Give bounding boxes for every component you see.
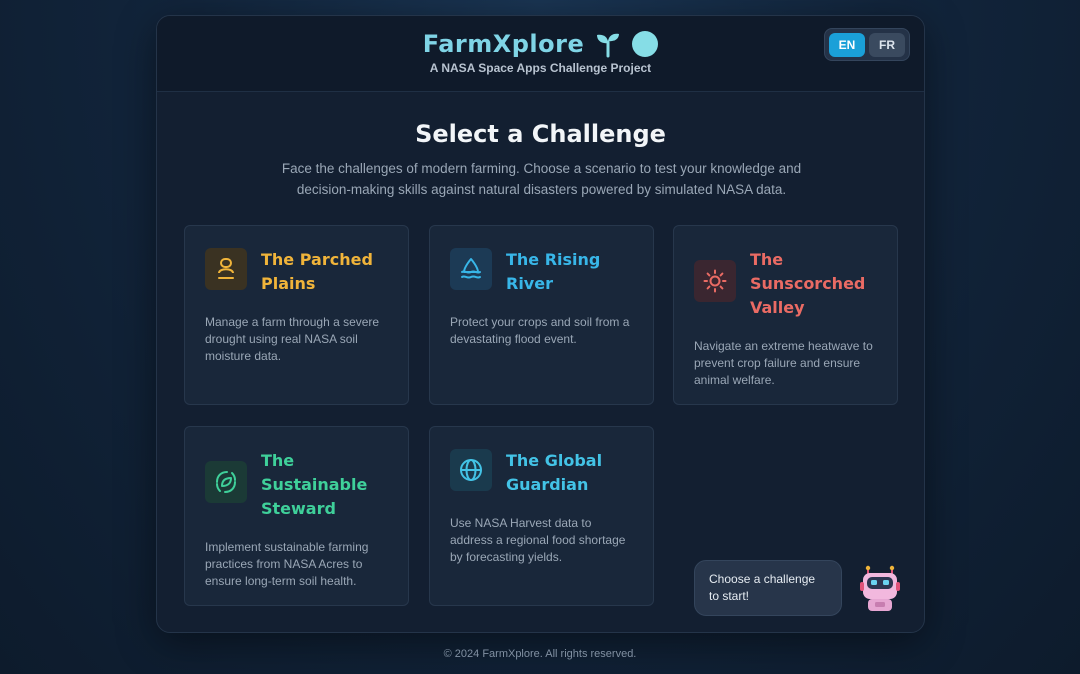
- card-header: The Parched Plains: [205, 248, 388, 296]
- challenge-card-parched-plains[interactable]: The Parched Plains Manage a farm through…: [184, 225, 409, 405]
- card-title: The Parched Plains: [261, 250, 373, 293]
- card-description: Use NASA Harvest data to address a regio…: [450, 516, 626, 564]
- challenge-card-global-guardian[interactable]: The Global Guardian Use NASA Harvest dat…: [429, 426, 654, 606]
- recycle-leaf-icon: [205, 461, 247, 503]
- globe-icon: [450, 449, 492, 491]
- challenge-card-sunscorched-valley[interactable]: The Sunscorched Valley Navigate an extre…: [673, 225, 898, 405]
- brand-subtitle: A NASA Space Apps Challenge Project: [429, 61, 652, 75]
- flood-icon: [450, 248, 492, 290]
- card-header: The Rising River: [450, 248, 633, 296]
- card-title: The Sunscorched Valley: [750, 250, 866, 317]
- earth-icon: [632, 31, 659, 57]
- card-description: Protect your crops and soil from a devas…: [450, 315, 630, 346]
- language-switch: EN FR: [824, 28, 910, 61]
- footer-copyright: © 2024 FarmXplore. All rights reserved.: [443, 648, 637, 660]
- card-header: The Sunscorched Valley: [694, 248, 877, 320]
- brand-title: FarmXplore: [422, 30, 585, 58]
- card-header: The Sustainable Steward: [205, 449, 388, 521]
- page-description: Face the challenges of modern farming. C…: [281, 161, 802, 197]
- card-header: The Global Guardian: [450, 449, 633, 497]
- card-description: Navigate an extreme heatwave to prevent …: [694, 339, 873, 387]
- challenge-card-sustainable-steward[interactable]: The Sustainable Steward Implement sustai…: [184, 426, 409, 606]
- card-title: The Global Guardian: [506, 451, 603, 494]
- challenge-card-rising-river[interactable]: The Rising River Protect your crops and …: [429, 225, 654, 405]
- page-title: Select a Challenge: [415, 120, 666, 148]
- sprout-icon: [594, 30, 622, 58]
- language-en-button[interactable]: EN: [829, 32, 865, 57]
- brand: FarmXplore A NASA Space Apps Challenge P…: [157, 30, 924, 75]
- card-description: Manage a farm through a severe drought u…: [205, 315, 380, 363]
- language-fr-button[interactable]: FR: [869, 32, 905, 57]
- header: FarmXplore A NASA Space Apps Challenge P…: [157, 16, 924, 92]
- sun-icon: [694, 260, 736, 302]
- brand-row: FarmXplore: [423, 30, 659, 58]
- drought-icon: [205, 248, 247, 290]
- robot-icon[interactable]: [855, 564, 905, 614]
- assistant-message: Choose a challenge to start!: [694, 560, 842, 616]
- card-title: The Rising River: [506, 250, 601, 293]
- app-window: FarmXplore A NASA Space Apps Challenge P…: [156, 15, 925, 633]
- card-description: Implement sustainable farming practices …: [205, 540, 369, 588]
- card-title: The Sustainable Steward: [261, 451, 368, 518]
